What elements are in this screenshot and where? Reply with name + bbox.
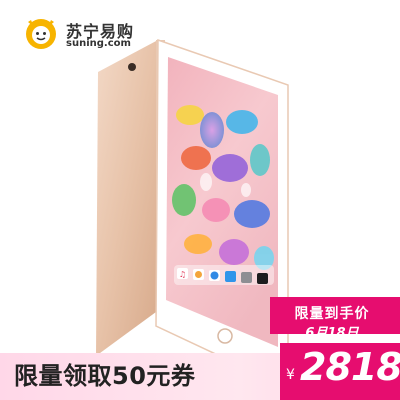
camera-lens <box>128 63 136 71</box>
price-amount: 2818 <box>300 345 400 389</box>
coupon-text: 限量领取50元券 <box>14 362 196 390</box>
price-display: ¥ 2818 <box>286 345 400 397</box>
apps-icon <box>257 273 268 284</box>
lion-logo-icon <box>26 19 56 49</box>
price-badge-title: 限量到手价 <box>294 306 370 322</box>
home-button <box>217 328 233 344</box>
price-badge-date: 6月18日 <box>305 326 359 341</box>
brand-domain: suning.com <box>66 38 131 49</box>
mail-icon <box>225 271 236 282</box>
ad-banner: ♫ 苏宁易购 suning.com 限量领取50元券 限量到手价 6月18日 ¥… <box>0 0 400 400</box>
svg-text:♫: ♫ <box>179 270 186 279</box>
settings-icon <box>241 272 252 283</box>
dock: ♫ <box>174 265 274 285</box>
tablet-back-shell <box>96 40 158 356</box>
suning-logo: 苏宁易购 suning.com <box>22 14 142 54</box>
currency-symbol: ¥ <box>286 367 295 383</box>
